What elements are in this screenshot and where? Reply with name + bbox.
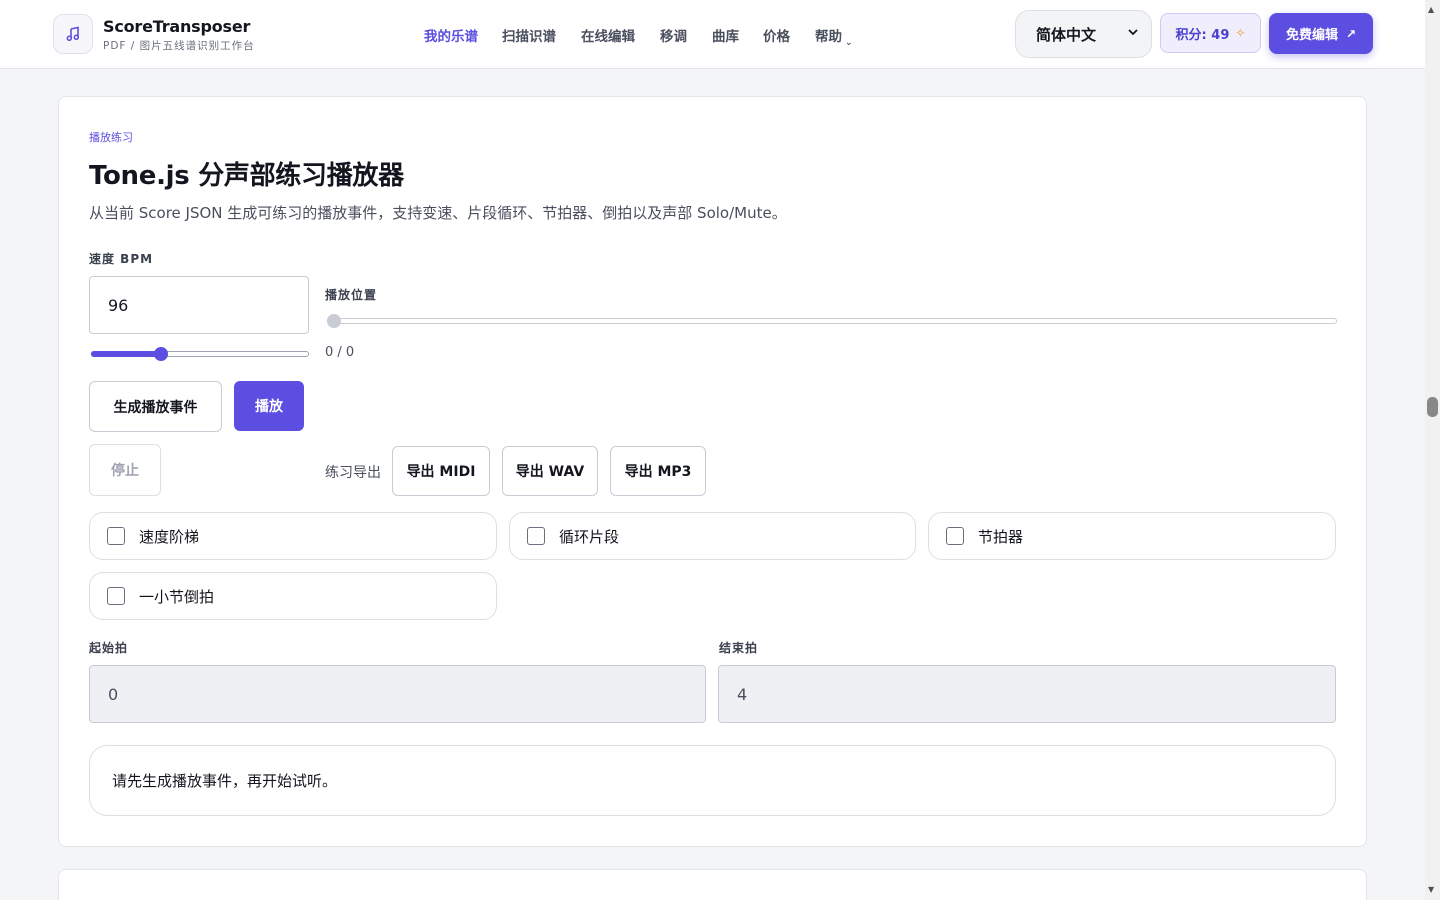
sparkle-icon: ✧: [1235, 26, 1246, 40]
nav-my-scores[interactable]: 我的乐谱: [424, 25, 478, 45]
nav-library[interactable]: 曲库: [712, 25, 739, 45]
bpm-label: 速度 BPM: [89, 252, 154, 266]
play-button[interactable]: 播放: [234, 381, 304, 431]
option-label: 循环片段: [559, 527, 620, 546]
points-label: 积分: 49: [1175, 27, 1230, 43]
end-beat-input[interactable]: 4: [718, 665, 1336, 723]
option-metronome[interactable]: 节拍器: [928, 512, 1336, 560]
free-edit-button[interactable]: 免费编辑 ↗: [1269, 13, 1373, 54]
generate-events-button[interactable]: 生成播放事件: [89, 381, 222, 432]
position-label: 播放位置: [325, 288, 378, 302]
option-label: 一小节倒拍: [139, 587, 215, 606]
language-select[interactable]: 简体中文: [1015, 10, 1152, 58]
nav-transpose[interactable]: 移调: [660, 25, 687, 45]
free-edit-label: 免费编辑: [1285, 28, 1338, 43]
scrollbar-thumb[interactable]: [1427, 397, 1438, 417]
scrollbar[interactable]: [1425, 0, 1440, 900]
count-in-checkbox[interactable]: [107, 587, 125, 605]
position-slider-thumb[interactable]: [327, 314, 341, 328]
option-label: 节拍器: [978, 527, 1024, 546]
metronome-checkbox[interactable]: [946, 527, 964, 545]
position-slider[interactable]: [327, 318, 1337, 324]
brand-name[interactable]: ScoreTransposer: [103, 17, 250, 36]
option-label: 速度阶梯: [139, 527, 200, 546]
language-value: 简体中文: [1036, 25, 1097, 44]
export-label: 练习导出: [325, 465, 381, 481]
scroll-up-icon[interactable]: ▲: [1428, 5, 1434, 14]
stop-button[interactable]: 停止: [89, 444, 161, 496]
option-tempo-ladder[interactable]: 速度阶梯: [89, 512, 497, 560]
bpm-slider-fill: [91, 351, 161, 357]
tempo-ladder-checkbox[interactable]: [107, 527, 125, 545]
next-section-card: [58, 869, 1367, 900]
music-note-icon: [66, 26, 80, 42]
nav-help[interactable]: 帮助 ⌄: [815, 25, 853, 48]
nav-pricing[interactable]: 价格: [763, 25, 790, 45]
end-beat-label: 结束拍: [719, 641, 759, 655]
external-arrow-icon: ↗: [1345, 26, 1357, 41]
points-badge[interactable]: 积分: 49 ✧: [1160, 13, 1261, 53]
start-beat-label: 起始拍: [89, 641, 129, 655]
page-description: 从当前 Score JSON 生成可练习的播放事件，支持变速、片段循环、节拍器、…: [89, 204, 787, 222]
logo[interactable]: [53, 14, 93, 54]
scroll-down-icon[interactable]: ▼: [1428, 885, 1434, 894]
export-wav-button[interactable]: 导出 WAV: [502, 446, 598, 496]
page-title: Tone.js 分声部练习播放器: [89, 161, 404, 191]
bpm-input[interactable]: 96: [89, 276, 309, 334]
chevron-down-icon: ⌄: [845, 38, 853, 48]
brand-subtitle: PDF / 图片五线谱识别工作台: [103, 40, 255, 52]
start-beat-input[interactable]: 0: [89, 665, 706, 723]
chevron-down-icon: [1128, 29, 1138, 36]
export-midi-button[interactable]: 导出 MIDI: [392, 446, 490, 496]
status-message: 请先生成播放事件，再开始试听。: [89, 745, 1336, 816]
loop-section-checkbox[interactable]: [527, 527, 545, 545]
option-count-in[interactable]: 一小节倒拍: [89, 572, 497, 620]
option-loop-section[interactable]: 循环片段: [509, 512, 916, 560]
nav-help-label: 帮助: [815, 29, 842, 45]
section-eyebrow: 播放练习: [89, 131, 133, 144]
nav-scan[interactable]: 扫描识谱: [502, 25, 556, 45]
bpm-slider-thumb[interactable]: [154, 347, 168, 361]
position-readout: 0 / 0: [325, 345, 355, 360]
nav-online-edit[interactable]: 在线编辑: [581, 25, 635, 45]
export-mp3-button[interactable]: 导出 MP3: [610, 446, 706, 496]
